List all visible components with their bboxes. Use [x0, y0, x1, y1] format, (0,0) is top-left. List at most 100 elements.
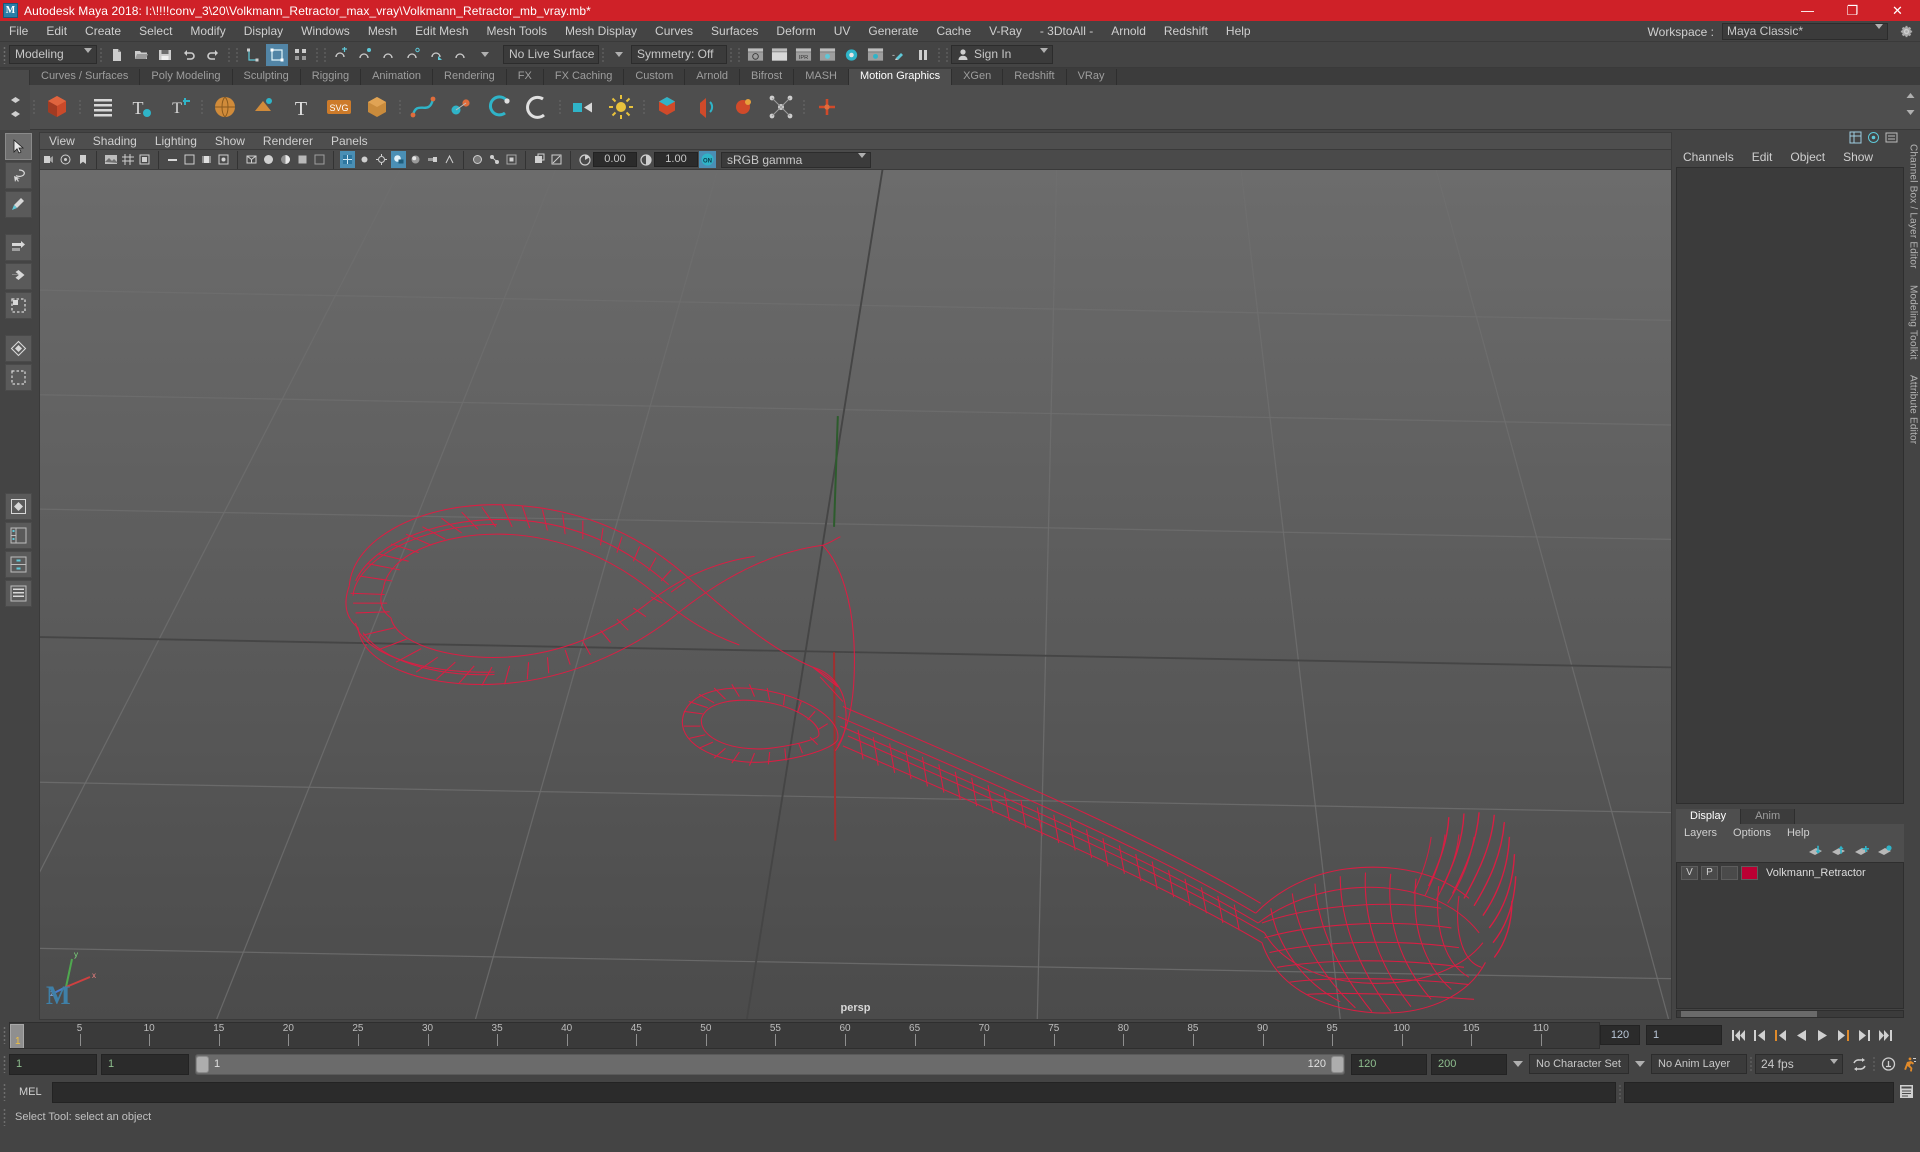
mash-curl-icon[interactable] — [726, 89, 760, 125]
save-scene-icon[interactable] — [154, 44, 176, 66]
xray-active-components-icon[interactable] — [504, 151, 519, 168]
snap-view-plane-icon[interactable] — [426, 44, 448, 66]
shelf-tab-fx-caching[interactable]: FX Caching — [543, 69, 625, 85]
redo-icon[interactable] — [202, 44, 224, 66]
tab-anim-layers[interactable]: Anim — [1741, 809, 1796, 824]
current-frame-field[interactable]: 1 — [1646, 1025, 1722, 1045]
mash-type-icon[interactable]: T — [124, 89, 158, 125]
menu-edit[interactable]: Edit — [37, 21, 76, 42]
move-layer-up-icon[interactable] — [1808, 845, 1823, 860]
shelf-tab-mash[interactable]: MASH — [794, 69, 849, 85]
snap-options-chevron-icon[interactable] — [474, 44, 496, 66]
animation-preferences-icon[interactable] — [1901, 1055, 1918, 1074]
timeslider-grip[interactable] — [0, 1020, 9, 1050]
menu-3dtoall[interactable]: - 3DtoAll - — [1031, 21, 1102, 42]
quick-layout-persp-outliner-button[interactable] — [5, 522, 32, 549]
shelf-tab-xgen[interactable]: XGen — [952, 69, 1004, 85]
smooth-shade-selected-icon[interactable] — [278, 151, 293, 168]
flat-shade-icon[interactable] — [295, 151, 310, 168]
mash-network-graph-icon[interactable] — [764, 89, 798, 125]
menu-generate[interactable]: Generate — [859, 21, 927, 42]
move-tool-button[interactable] — [5, 234, 32, 261]
menu-curves[interactable]: Curves — [646, 21, 702, 42]
layers-menu[interactable]: Layers — [1676, 824, 1725, 842]
render-current-frame-icon[interactable] — [744, 44, 766, 66]
command-output-field[interactable] — [1624, 1081, 1894, 1103]
snap-grid-icon[interactable] — [330, 44, 352, 66]
menu-cache[interactable]: Cache — [927, 21, 980, 42]
shelf-tab-poly-modeling[interactable]: Poly Modeling — [140, 69, 233, 85]
viewport-menu-shading[interactable]: Shading — [84, 132, 146, 150]
mash-influence-icon[interactable] — [520, 89, 554, 125]
render-view-icon[interactable] — [864, 44, 886, 66]
shelf-options-icon[interactable] — [0, 84, 30, 130]
character-set-dropdown-icon[interactable] — [1513, 1061, 1523, 1067]
layer-playback-toggle[interactable]: P — [1701, 866, 1718, 880]
shelf-tab-rigging[interactable]: Rigging — [300, 69, 362, 85]
command-language-label[interactable]: MEL — [9, 1086, 52, 1098]
ipr-render-icon[interactable]: IPR — [792, 44, 814, 66]
mash-merge-icon[interactable] — [810, 89, 844, 125]
scale-tool-button[interactable] — [5, 292, 32, 319]
motion-blur-icon[interactable] — [425, 151, 440, 168]
select-object-icon[interactable] — [266, 43, 288, 66]
layer-row[interactable]: V P Volkmann_Retractor — [1679, 865, 1901, 881]
snap-projected-center-icon[interactable] — [402, 44, 424, 66]
move-layer-down-icon[interactable] — [1831, 845, 1846, 860]
viewport-menu-renderer[interactable]: Renderer — [254, 132, 322, 150]
mash-repro-icon[interactable] — [482, 89, 516, 125]
shelf-tab-custom[interactable]: Custom — [624, 69, 686, 85]
viewport-menu-show[interactable]: Show — [206, 132, 254, 150]
multisample-aa-icon[interactable] — [442, 151, 457, 168]
script-editor-icon[interactable] — [1898, 1083, 1916, 1101]
mash-text-icon[interactable]: T — [284, 89, 318, 125]
auto-key-toggle-icon[interactable] — [1880, 1055, 1897, 1074]
anim-layer-field[interactable]: No Anim Layer — [1651, 1054, 1747, 1074]
show-manipulator-tool-button[interactable] — [5, 335, 32, 362]
playback-end-time-field[interactable]: 120 — [1351, 1053, 1427, 1075]
last-tool-used-button[interactable] — [5, 364, 32, 391]
minimize-button[interactable]: — — [1785, 0, 1830, 21]
go-to-start-icon[interactable] — [1730, 1026, 1747, 1045]
close-button[interactable]: ✕ — [1875, 0, 1920, 21]
vtab-modeling-toolkit[interactable]: Modeling Toolkit — [1908, 277, 1919, 368]
pause-render-icon[interactable] — [912, 44, 934, 66]
viewport-menu-view[interactable]: View — [40, 132, 84, 150]
new-layer-icon[interactable] — [1854, 845, 1869, 860]
vtab-attribute-editor[interactable]: Attribute Editor — [1908, 367, 1919, 452]
commandline-grip[interactable] — [0, 1078, 9, 1106]
select-tool-button[interactable] — [5, 133, 32, 160]
shelf-tab-redshift[interactable]: Redshift — [1003, 69, 1067, 85]
camera-attributes-icon[interactable] — [58, 151, 73, 168]
helpline-grip[interactable] — [0, 1106, 9, 1128]
playback-start-time-field[interactable]: 1 — [101, 1053, 189, 1075]
go-to-end-icon[interactable] — [1877, 1026, 1894, 1045]
channel-box-icon[interactable] — [1849, 131, 1862, 147]
mash-signal-icon[interactable] — [688, 89, 722, 125]
menu-redshift[interactable]: Redshift — [1155, 21, 1217, 42]
live-surface-field[interactable]: No Live Surface — [503, 45, 599, 64]
attribute-editor-icon[interactable] — [1885, 131, 1898, 147]
shadows-icon[interactable] — [391, 151, 406, 168]
layer-visibility-toggle[interactable]: V — [1681, 866, 1698, 880]
3d-viewport[interactable]: persp y x z M — [39, 169, 1672, 1020]
layer-list[interactable]: V P Volkmann_Retractor — [1676, 862, 1904, 1009]
shelf-tab-motion-graphics[interactable]: Motion Graphics — [849, 69, 953, 85]
select-hierarchy-icon[interactable] — [242, 44, 264, 66]
symmetry-field[interactable]: Symmetry: Off — [631, 45, 727, 64]
step-back-key-icon[interactable] — [1751, 1026, 1768, 1045]
shelf-tab-fx[interactable]: FX — [506, 69, 544, 85]
channelbox-menu-edit[interactable]: Edit — [1743, 147, 1782, 167]
shelf-tab-arnold[interactable]: Arnold — [685, 69, 741, 85]
mash-dynamic-net-icon[interactable] — [650, 89, 684, 125]
viewport-gamma-icon[interactable] — [549, 151, 564, 168]
smooth-shade-all-icon[interactable] — [261, 151, 276, 168]
auto-keyframe-loop-icon[interactable] — [1851, 1055, 1868, 1074]
channelbox-menu-show[interactable]: Show — [1834, 147, 1882, 167]
menu-select[interactable]: Select — [130, 21, 181, 42]
menu-vray[interactable]: V-Ray — [980, 21, 1031, 42]
render-settings-icon[interactable] — [816, 44, 838, 66]
mash-svg-icon[interactable]: SVG — [322, 89, 356, 125]
modeling-toolkit-icon[interactable] — [1867, 131, 1880, 147]
hypershade-icon[interactable] — [840, 44, 862, 66]
